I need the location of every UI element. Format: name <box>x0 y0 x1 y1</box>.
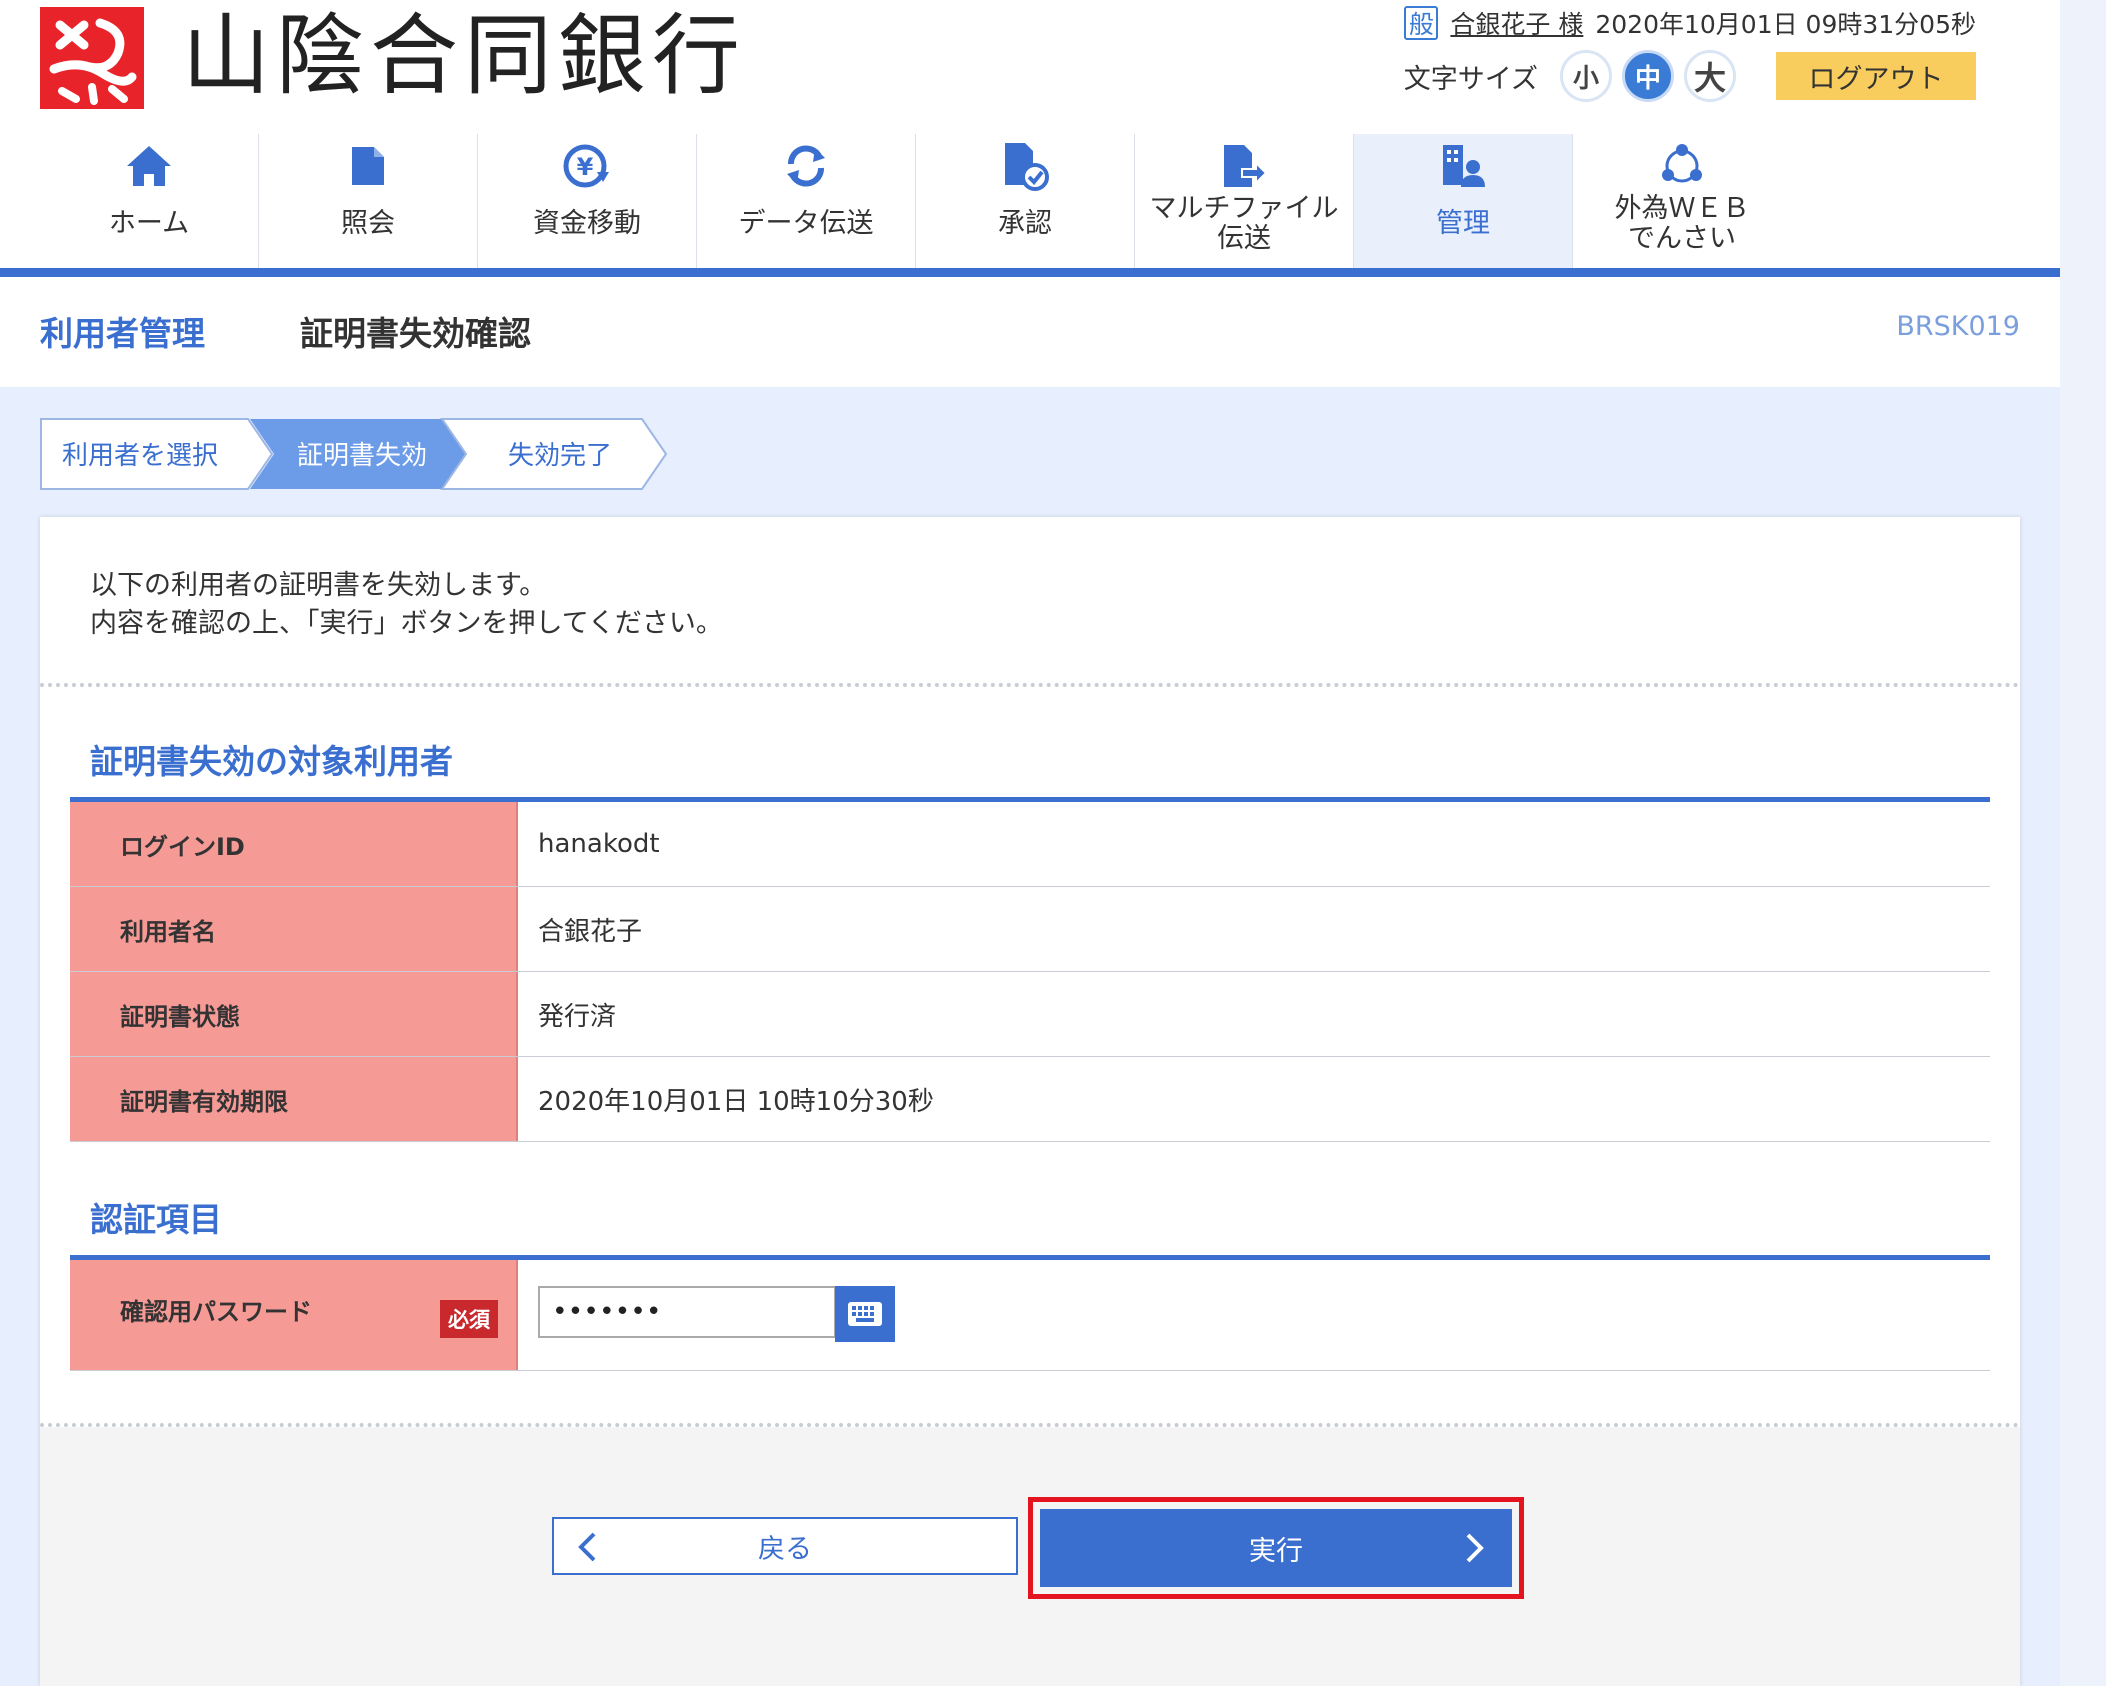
nav-item-fund-transfer[interactable]: ¥ 資金移動 <box>478 134 697 268</box>
nav-label: データ伝送 <box>738 208 874 239</box>
table-row: ログインID hanakodt <box>70 802 1990 887</box>
row-label: 証明書有効期限 <box>70 1057 518 1141</box>
execute-button[interactable]: 実行 <box>1040 1509 1512 1587</box>
table-row: 利用者名 合銀花子 <box>70 887 1990 972</box>
font-size-large-button[interactable]: 大 <box>1684 50 1736 102</box>
chevron-left-icon <box>576 1531 598 1570</box>
intro-text: 以下の利用者の証明書を失効します。 内容を確認の上、「実行」ボタンを押してくださ… <box>90 567 723 643</box>
main-panel: 以下の利用者の証明書を失効します。 内容を確認の上、「実行」ボタンを押してくださ… <box>40 517 2020 1686</box>
nav-item-forex-densai[interactable]: 外為ＷＥＢ でんさい <box>1573 134 1791 268</box>
intro-line-2: 内容を確認の上、「実行」ボタンを押してください。 <box>90 608 723 639</box>
font-size-label: 文字サイズ <box>1403 63 1538 95</box>
approve-icon <box>1001 138 1049 194</box>
intro-line-1: 以下の利用者の証明書を失効します。 <box>90 570 547 601</box>
password-cell <box>518 1260 1990 1370</box>
nav-label: 承認 <box>998 208 1052 239</box>
cert-status-value: 発行済 <box>538 1001 617 1032</box>
nav-label: マルチファイル 伝送 <box>1149 193 1339 254</box>
user-name-link[interactable]: 合銀花子 様 <box>1450 5 1583 41</box>
document-icon <box>350 138 386 194</box>
execute-button-label: 実行 <box>1249 1535 1303 1567</box>
account-type-badge: 般 <box>1404 6 1439 40</box>
target-section-title: 証明書失効の対象利用者 <box>90 742 453 781</box>
login-id-value: hanakodt <box>538 829 660 859</box>
bank-logo-icon <box>40 7 144 109</box>
yen-transfer-icon: ¥ <box>563 138 611 194</box>
network-icon <box>1659 138 1705 194</box>
step-2-label: 証明書失効 <box>297 441 427 471</box>
title-bar: 利用者管理 証明書失効確認 BRSK019 <box>0 277 2060 387</box>
nav-item-data-transfer[interactable]: データ伝送 <box>697 134 916 268</box>
table-row: 証明書有効期限 2020年10月01日 10時10分30秒 <box>70 1057 1990 1142</box>
step-1-label: 利用者を選択 <box>62 441 218 471</box>
nav-item-multifile[interactable]: マルチファイル 伝送 <box>1135 134 1354 268</box>
nav-label: 外為ＷＥＢ でんさい <box>1614 193 1750 254</box>
divider <box>40 683 2020 687</box>
button-area: 戻る 実行 <box>40 1427 2020 1686</box>
back-button[interactable]: 戻る <box>552 1517 1018 1575</box>
sync-icon <box>783 138 829 194</box>
nav-label: ホーム <box>108 208 190 239</box>
nav-label: 資金移動 <box>533 208 641 239</box>
right-scroll-strip <box>2060 0 2106 1686</box>
keyboard-icon <box>848 1302 882 1326</box>
screen-code: BRSK019 <box>1896 311 2020 342</box>
nav-label: 管理 <box>1436 208 1490 239</box>
table-row: 確認用パスワード 必須 <box>70 1260 1990 1371</box>
file-send-icon <box>1220 138 1268 194</box>
nav-label: 照会 <box>341 208 395 239</box>
section-title: 利用者管理 <box>40 314 205 353</box>
cert-expiry-value: 2020年10月01日 10時10分30秒 <box>538 1086 934 1117</box>
user-name-value: 合銀花子 <box>538 916 643 947</box>
back-button-label: 戻る <box>758 1533 812 1565</box>
font-size-controls: 文字サイズ 小 中 大 ログアウト <box>1404 50 1976 102</box>
svg-text:¥: ¥ <box>577 153 594 181</box>
nav-item-management[interactable]: 管理 <box>1354 134 1573 268</box>
nav-item-inquiry[interactable]: 照会 <box>259 134 478 268</box>
login-datetime: 2020年10月01日 09時31分05秒 <box>1595 10 1976 39</box>
step-3-label: 失効完了 <box>508 441 612 471</box>
nav-item-approval[interactable]: 承認 <box>916 134 1135 268</box>
row-label: 利用者名 <box>70 887 518 971</box>
nav-item-home[interactable]: ホーム <box>40 134 259 268</box>
user-info: 般 合銀花子 様 2020年10月01日 09時31分05秒 <box>1404 6 1976 40</box>
password-label: 確認用パスワード <box>120 1298 312 1326</box>
target-user-table: ログインID hanakodt 利用者名 合銀花子 証明書状態 発行済 証明書有… <box>70 797 1990 1142</box>
row-label: 証明書状態 <box>70 972 518 1056</box>
table-row: 証明書状態 発行済 <box>70 972 1990 1057</box>
logout-button[interactable]: ログアウト <box>1776 52 1976 100</box>
software-keyboard-button[interactable] <box>835 1286 895 1342</box>
bank-name: 山陰合同銀行 <box>182 4 747 107</box>
font-size-small-button[interactable]: 小 <box>1560 50 1612 102</box>
row-label: ログインID <box>70 802 518 886</box>
confirm-password-input[interactable] <box>538 1286 836 1338</box>
chevron-right-icon <box>1464 1532 1486 1571</box>
auth-section-title: 認証項目 <box>90 1200 222 1239</box>
building-user-icon <box>1439 138 1487 194</box>
main-nav: ホーム 照会 ¥ 資金移動 データ伝送 承認 マルチファイル 伝送 管理 外為Ｗ… <box>0 130 2060 277</box>
required-badge: 必須 <box>440 1300 498 1338</box>
page-title: 証明書失効確認 <box>300 314 531 353</box>
home-icon <box>125 138 173 194</box>
row-label: 確認用パスワード 必須 <box>70 1260 518 1370</box>
font-size-medium-button[interactable]: 中 <box>1622 50 1674 102</box>
progress-steps: 利用者を選択 証明書失効 失効完了 <box>40 418 670 490</box>
auth-table: 確認用パスワード 必須 <box>70 1255 1990 1371</box>
header: 山陰合同銀行 般 合銀花子 様 2020年10月01日 09時31分05秒 文字… <box>0 0 2060 130</box>
